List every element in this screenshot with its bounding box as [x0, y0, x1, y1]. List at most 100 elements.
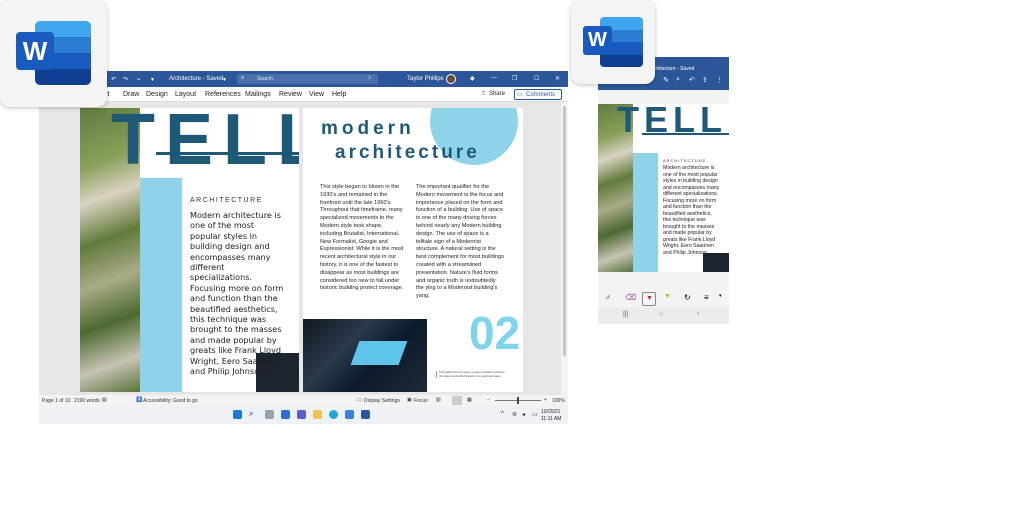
- close-icon[interactable]: ✕: [555, 75, 560, 82]
- diamond-icon[interactable]: ◆: [470, 75, 475, 82]
- word-count[interactable]: 2190 words: [74, 398, 100, 404]
- title-chevron-icon[interactable]: ▾: [223, 76, 226, 83]
- user-name[interactable]: Taylor Phillips: [407, 76, 444, 82]
- heading-architecture: architecture: [335, 142, 480, 163]
- zoom-out-icon[interactable]: −: [487, 397, 490, 403]
- phone-document-title[interactable]: Architecture - Saved: [649, 66, 694, 72]
- start-icon[interactable]: [233, 410, 242, 419]
- document-page-right[interactable]: modern architecture This style began to …: [303, 108, 523, 392]
- tab-references[interactable]: References: [205, 91, 241, 98]
- phone-big-title: TELL: [617, 104, 727, 140]
- taskbar-time[interactable]: 11:11 AM: [541, 416, 561, 422]
- accessibility-icon: ♿: [136, 397, 143, 403]
- comment-icon: ▭: [517, 92, 523, 98]
- photo-caption: This angled form of a tower or space pro…: [436, 371, 508, 379]
- search-box[interactable]: ⌕ Search ♪: [237, 74, 378, 84]
- restore-icon[interactable]: ❐: [512, 75, 517, 82]
- tab-help[interactable]: Help: [332, 91, 346, 98]
- phone-section-label: ARCHITECTURE: [663, 158, 707, 163]
- recent-apps-icon[interactable]: |||: [623, 311, 628, 318]
- taskbar-date[interactable]: 10/20/21: [541, 409, 560, 415]
- document-title[interactable]: Architecture - Saved: [169, 76, 223, 82]
- word-app-icon-phone: W: [571, 0, 655, 84]
- windows-taskbar: ⌕ ^ ≋ ◂ ▭ 10/20/21 11:11 AM: [39, 406, 568, 424]
- vertical-scrollbar[interactable]: [561, 102, 568, 395]
- edge-icon[interactable]: [329, 410, 338, 419]
- minimize-icon[interactable]: —: [491, 75, 497, 81]
- chevron-up-icon[interactable]: ^: [501, 411, 504, 417]
- task-view-icon[interactable]: [265, 410, 274, 419]
- status-bar: Page 1 of 10 2190 words ▤ ♿ Accessibilit…: [39, 395, 568, 406]
- toolbar-chevron-icon[interactable]: ▾: [719, 293, 722, 299]
- print-layout-icon[interactable]: [452, 396, 462, 405]
- word-taskbar-icon[interactable]: [361, 410, 370, 419]
- volume-icon[interactable]: ◂: [522, 411, 525, 418]
- phone-document-page[interactable]: TELL ARCHITECTURE Modern architecture is…: [598, 104, 729, 272]
- home-icon[interactable]: ○: [659, 311, 663, 318]
- search-taskbar-icon[interactable]: ⌕: [249, 409, 253, 419]
- comments-label: Comments: [526, 92, 556, 98]
- pen-red-tool[interactable]: ▼: [642, 292, 656, 306]
- undo-icon[interactable]: ↶: [111, 76, 116, 83]
- display-settings[interactable]: Display Settings: [364, 398, 400, 404]
- phone-more-icon[interactable]: ⋮: [716, 76, 723, 84]
- share-label: Share: [489, 91, 506, 97]
- accessibility-status[interactable]: Accessibility: Good to go: [143, 398, 198, 404]
- page-number: 02: [469, 307, 521, 359]
- proofing-icon[interactable]: ▤: [102, 397, 107, 403]
- focus-mode[interactable]: Focus: [414, 398, 428, 404]
- scrollbar-thumb[interactable]: [563, 106, 566, 356]
- store-icon[interactable]: [345, 410, 354, 419]
- read-mode-icon[interactable]: ▥: [436, 397, 441, 403]
- zoom-in-icon[interactable]: +: [544, 397, 547, 403]
- chevron-down-icon[interactable]: ▾: [151, 76, 154, 83]
- avatar[interactable]: [446, 74, 456, 84]
- phone-sky-strip: [633, 153, 658, 272]
- share-button[interactable]: ⇪ Share: [480, 89, 510, 100]
- desktop-word-window: ↶ ↷ ⌁ ▾ Architecture - Saved ▾ ⌕ Search …: [39, 71, 568, 424]
- zoom-level[interactable]: 100%: [552, 398, 565, 404]
- phone-undo-icon[interactable]: ↶: [689, 76, 695, 84]
- phone-word-app: Architecture - Saved ✎ ⌕ ↶ ⇪ ⋮ TELL ARCH…: [598, 57, 729, 324]
- wifi-icon[interactable]: ≋: [512, 411, 517, 418]
- word-logo-letter-small: W: [588, 29, 607, 51]
- teams-icon[interactable]: [297, 410, 306, 419]
- section-label: ARCHITECTURE: [190, 197, 263, 204]
- eraser-icon[interactable]: ⌫: [625, 293, 636, 302]
- tab-draw[interactable]: Draw: [123, 91, 139, 98]
- redo-icon[interactable]: ↷: [123, 76, 128, 83]
- file-explorer-icon[interactable]: [313, 410, 322, 419]
- ink-replay-icon[interactable]: ↻: [684, 293, 691, 302]
- microphone-icon[interactable]: ♪: [368, 75, 371, 81]
- back-icon[interactable]: ‹: [697, 310, 699, 317]
- tab-view[interactable]: View: [309, 91, 324, 98]
- highlighter-icon[interactable]: ▼: [664, 293, 671, 300]
- comments-button[interactable]: ▭ Comments: [514, 89, 562, 100]
- tab-mailings[interactable]: Mailings: [245, 91, 271, 98]
- line-thickness-icon[interactable]: ≡: [704, 293, 709, 302]
- red-pen-icon: ▼: [646, 295, 653, 302]
- page-info[interactable]: Page 1 of 10: [42, 398, 70, 404]
- focus-icon: ▣: [407, 397, 412, 403]
- document-canvas[interactable]: TELL ARCHITECTURE Modern architecture is…: [39, 102, 561, 395]
- tab-design[interactable]: Design: [146, 91, 168, 98]
- web-layout-icon[interactable]: ▦: [467, 397, 472, 403]
- phone-search-icon[interactable]: ⌕: [676, 76, 680, 84]
- photo-skylight: [350, 341, 408, 365]
- share-icon: ⇪: [481, 91, 487, 97]
- body-column-1: This style began to bloom in the 1930's …: [320, 184, 404, 292]
- title-bar: ↶ ↷ ⌁ ▾ Architecture - Saved ▾ ⌕ Search …: [39, 71, 568, 87]
- maximize-icon[interactable]: ☐: [534, 75, 539, 82]
- format-painter-icon[interactable]: ⌁: [137, 76, 141, 83]
- phone-share-icon[interactable]: ⇪: [702, 76, 708, 84]
- zoom-slider-thumb[interactable]: [517, 397, 519, 404]
- tab-review[interactable]: Review: [279, 91, 302, 98]
- battery-icon[interactable]: ▭: [532, 411, 538, 418]
- document-page-left[interactable]: TELL ARCHITECTURE Modern architecture is…: [80, 108, 299, 392]
- lasso-icon[interactable]: ♂: [605, 293, 611, 302]
- android-nav-bar: ||| ○ ‹: [598, 308, 729, 324]
- body-column-2: The important qualifier for the Modern m…: [416, 184, 504, 300]
- tab-layout[interactable]: Layout: [175, 91, 196, 98]
- widgets-icon[interactable]: [281, 410, 290, 419]
- phone-pen-icon[interactable]: ✎: [663, 76, 669, 84]
